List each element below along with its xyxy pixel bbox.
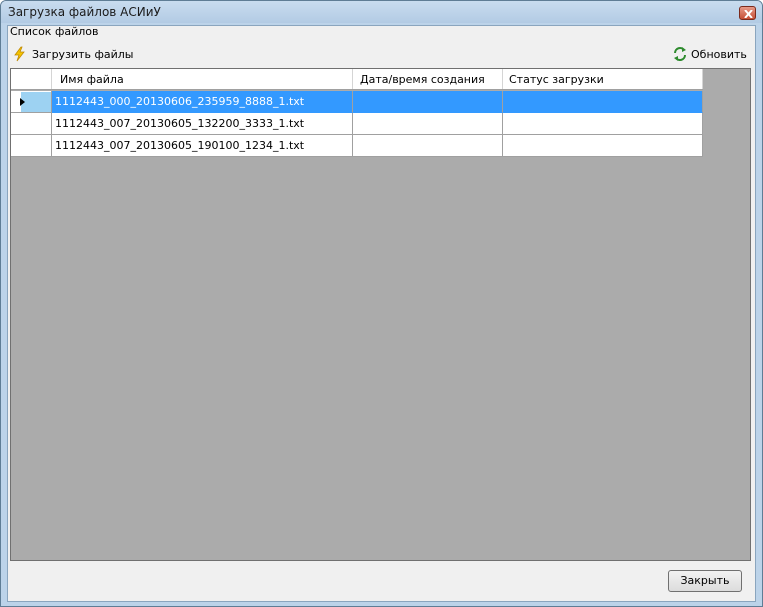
cell-status[interactable] — [503, 91, 703, 113]
table-row[interactable]: 1112443_007_20130605_190100_1234_1.txt — [11, 135, 703, 157]
cell-filename[interactable]: 1112443_007_20130605_190100_1234_1.txt — [52, 135, 353, 157]
cell-status[interactable] — [503, 113, 703, 135]
window-title: Загрузка файлов АСИиУ — [8, 5, 161, 19]
column-header-status[interactable]: Статус загрузки — [503, 69, 703, 89]
close-button[interactable]: Закрыть — [668, 570, 742, 592]
table-row[interactable]: 1112443_000_20130606_235959_8888_1.txt — [11, 91, 703, 113]
close-icon — [744, 10, 753, 18]
cell-status[interactable] — [503, 135, 703, 157]
upload-files-button[interactable]: Загрузить файлы — [12, 45, 133, 63]
refresh-label: Обновить — [691, 47, 747, 61]
column-header-created[interactable]: Дата/время создания — [353, 69, 503, 89]
grid-header: Имя файла Дата/время создания Статус заг… — [11, 69, 703, 90]
refresh-icon — [674, 47, 686, 61]
cell-filename[interactable]: 1112443_007_20130605_132200_3333_1.txt — [52, 113, 353, 135]
current-row-icon — [20, 98, 25, 106]
column-header-filename[interactable]: Имя файла — [52, 69, 353, 89]
window-close-button[interactable] — [739, 6, 756, 20]
file-list-group-label: Список файлов — [10, 25, 99, 38]
row-header[interactable] — [11, 91, 52, 113]
cell-created[interactable] — [353, 113, 503, 135]
table-row[interactable]: 1112443_007_20130605_132200_3333_1.txt — [11, 113, 703, 135]
upload-files-label: Загрузить файлы — [32, 47, 134, 61]
row-header[interactable] — [11, 135, 52, 157]
lightning-icon — [14, 46, 25, 62]
row-header[interactable] — [11, 113, 52, 135]
title-bar[interactable]: Загрузка файлов АСИиУ — [1, 1, 762, 23]
files-grid[interactable]: Имя файла Дата/время создания Статус заг… — [10, 68, 751, 561]
cell-filename[interactable]: 1112443_000_20130606_235959_8888_1.txt — [52, 91, 353, 113]
row-header-corner — [11, 69, 52, 89]
cell-created[interactable] — [353, 135, 503, 157]
row-header-selection — [21, 92, 51, 112]
cell-created[interactable] — [353, 91, 503, 113]
refresh-button[interactable]: Обновить — [672, 45, 747, 63]
